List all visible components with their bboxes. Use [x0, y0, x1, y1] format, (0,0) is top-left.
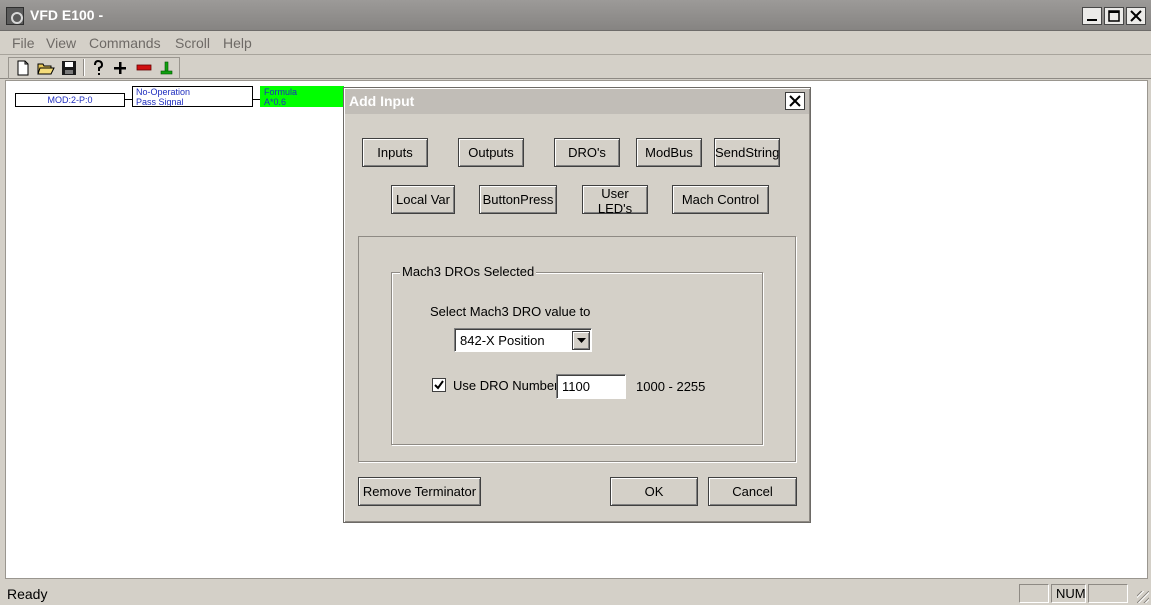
open-folder-icon	[37, 63, 55, 75]
remove-icon	[136, 64, 152, 71]
menu-scroll[interactable]: Scroll	[175, 35, 210, 51]
local-var-button[interactable]: Local Var	[391, 185, 455, 214]
dro-number-input[interactable]	[556, 374, 626, 399]
add-input-dialog: Add Input Inputs Outputs DRO's ModBus Se…	[343, 87, 811, 523]
dro-select-value: 842-X Position	[460, 333, 545, 348]
app-icon[interactable]	[6, 7, 24, 25]
close-icon	[789, 95, 801, 107]
formula-node-line2: A*0.6	[264, 97, 287, 107]
menu-help[interactable]: Help	[223, 35, 252, 51]
status-text: Ready	[7, 586, 48, 602]
resize-grip[interactable]	[1137, 591, 1149, 603]
menu-file[interactable]: File	[12, 35, 35, 51]
remove-terminator-button[interactable]: Remove Terminator	[358, 477, 481, 506]
status-pane-scroll	[1088, 584, 1128, 603]
chevron-down-icon	[576, 337, 586, 343]
new-file-button[interactable]	[13, 58, 33, 78]
use-dro-label: Use DRO Number	[453, 378, 559, 393]
group-title: Mach3 DROs Selected	[400, 264, 537, 279]
terminator-icon	[160, 61, 173, 75]
connector-line	[253, 99, 260, 100]
status-bar: Ready NUM	[0, 581, 1151, 605]
status-pane-caps	[1019, 584, 1049, 603]
toolbar-separator	[83, 59, 85, 76]
maximize-icon	[1108, 10, 1120, 22]
dialog-title-bar[interactable]: Add Input	[345, 89, 809, 114]
cancel-button[interactable]: Cancel	[708, 477, 797, 506]
select-dro-label: Select Mach3 DRO value to	[430, 304, 591, 319]
save-icon	[62, 61, 76, 75]
add-icon	[114, 62, 126, 74]
menu-commands[interactable]: Commands	[89, 35, 161, 51]
connector-line	[125, 99, 132, 100]
inputs-button[interactable]: Inputs	[362, 138, 428, 167]
dialog-close-button[interactable]	[785, 92, 805, 110]
add-button[interactable]	[110, 58, 130, 78]
mach-control-button[interactable]: Mach Control	[672, 185, 769, 214]
help-icon	[94, 60, 104, 75]
no-operation-node-line1: No-Operation	[136, 87, 191, 97]
save-button[interactable]	[59, 58, 79, 78]
close-button[interactable]	[1126, 7, 1146, 25]
use-dro-checkbox[interactable]	[432, 378, 446, 392]
menu-view[interactable]: View	[46, 35, 76, 51]
no-operation-node[interactable]: No-Operation Pass Signal	[132, 86, 253, 107]
modbus-node[interactable]: MOD:2-P:0	[15, 93, 125, 107]
dropdown-arrow-button[interactable]	[572, 331, 590, 350]
terminator-button[interactable]	[157, 58, 177, 78]
outputs-button[interactable]: Outputs	[458, 138, 524, 167]
dialog-title: Add Input	[349, 93, 415, 109]
dro-range-text: 1000 - 2255	[636, 379, 706, 394]
no-operation-node-line2: Pass Signal	[136, 97, 184, 107]
sendstring-button[interactable]: SendString	[714, 138, 780, 167]
ok-button[interactable]: OK	[610, 477, 698, 506]
new-file-icon	[17, 60, 29, 76]
buttonpress-button[interactable]: ButtonPress	[479, 185, 557, 214]
menu-bar: File View Commands Scroll Help	[0, 31, 1151, 55]
modbus-button[interactable]: ModBus	[636, 138, 702, 167]
formula-node[interactable]: Formula A*0.6	[260, 86, 344, 107]
toolbar	[0, 56, 1151, 79]
title-bar: VFD E100 -	[0, 0, 1151, 31]
open-button[interactable]	[36, 58, 56, 78]
maximize-button[interactable]	[1104, 7, 1124, 25]
close-icon	[1130, 10, 1142, 22]
minimize-button[interactable]	[1082, 7, 1102, 25]
remove-button[interactable]	[134, 58, 154, 78]
dros-button[interactable]: DRO's	[554, 138, 620, 167]
dro-settings-panel: Mach3 DROs Selected Select Mach3 DRO val…	[358, 236, 796, 462]
checkmark-icon	[434, 380, 444, 390]
modbus-node-label: MOD:2-P:0	[47, 95, 93, 105]
dro-select[interactable]: 842-X Position	[454, 328, 592, 352]
user-leds-button[interactable]: User LED's	[582, 185, 648, 216]
status-pane-num: NUM	[1051, 584, 1086, 603]
formula-node-line1: Formula	[264, 87, 298, 97]
mach3-dros-group: Mach3 DROs Selected Select Mach3 DRO val…	[391, 264, 763, 445]
help-button[interactable]	[88, 58, 108, 78]
minimize-icon	[1087, 19, 1097, 21]
window-title: VFD E100 -	[30, 7, 104, 23]
